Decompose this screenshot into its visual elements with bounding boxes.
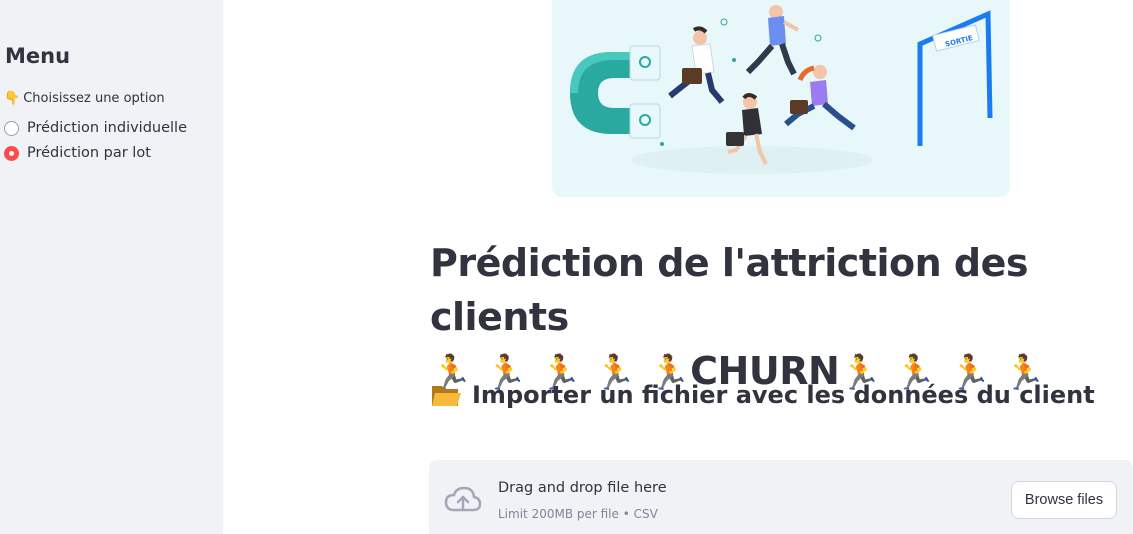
option-prompt: 👇 Choisissez une option	[4, 91, 165, 106]
subheader-text: Importer un fichier avec les données du …	[472, 381, 1095, 409]
runner-figure	[668, 26, 725, 104]
hero-illustration: SORTIE	[552, 0, 1010, 197]
radio-option-label[interactable]: Prédiction individuelle	[27, 120, 187, 136]
drop-instructions: Drag and drop file here	[498, 480, 667, 496]
page-title: Prédiction de l'attriction des clients 🏃…	[430, 236, 1130, 400]
radio-option-par-lot[interactable]: Prédiction par lot	[4, 145, 151, 161]
file-limit-text: Limit 200MB per file • CSV	[498, 507, 658, 521]
churn-illustration: SORTIE	[570, 5, 993, 174]
title-line-1: Prédiction de l'attriction des clients	[430, 241, 1029, 339]
runner-figure	[784, 65, 856, 131]
browse-files-button[interactable]: Browse files	[1011, 481, 1117, 519]
app: Menu 👇 Choisissez une option Prédiction …	[0, 0, 1133, 534]
sidebar-title: Menu	[5, 44, 71, 68]
radio-button-icon[interactable]	[4, 120, 19, 136]
sidebar: Menu 👇 Choisissez une option Prédiction …	[0, 0, 223, 534]
cloud-upload-icon	[444, 486, 482, 518]
magnet-icon	[570, 45, 661, 139]
exit-door-icon: SORTIE	[917, 10, 993, 146]
option-prompt-text: Choisissez une option	[23, 91, 165, 106]
folder-icon	[430, 382, 462, 408]
pointing-down-hand-icon: 👇	[4, 91, 21, 106]
radio-button-checked-icon[interactable]	[4, 145, 19, 161]
runner-figure	[745, 5, 799, 76]
upload-subheader: Importer un fichier avec les données du …	[430, 381, 1095, 409]
file-uploader-dropzone[interactable]: Drag and drop file here Limit 200MB per …	[429, 460, 1133, 534]
radio-option-label[interactable]: Prédiction par lot	[27, 145, 151, 161]
radio-option-individuelle[interactable]: Prédiction individuelle	[4, 120, 187, 136]
